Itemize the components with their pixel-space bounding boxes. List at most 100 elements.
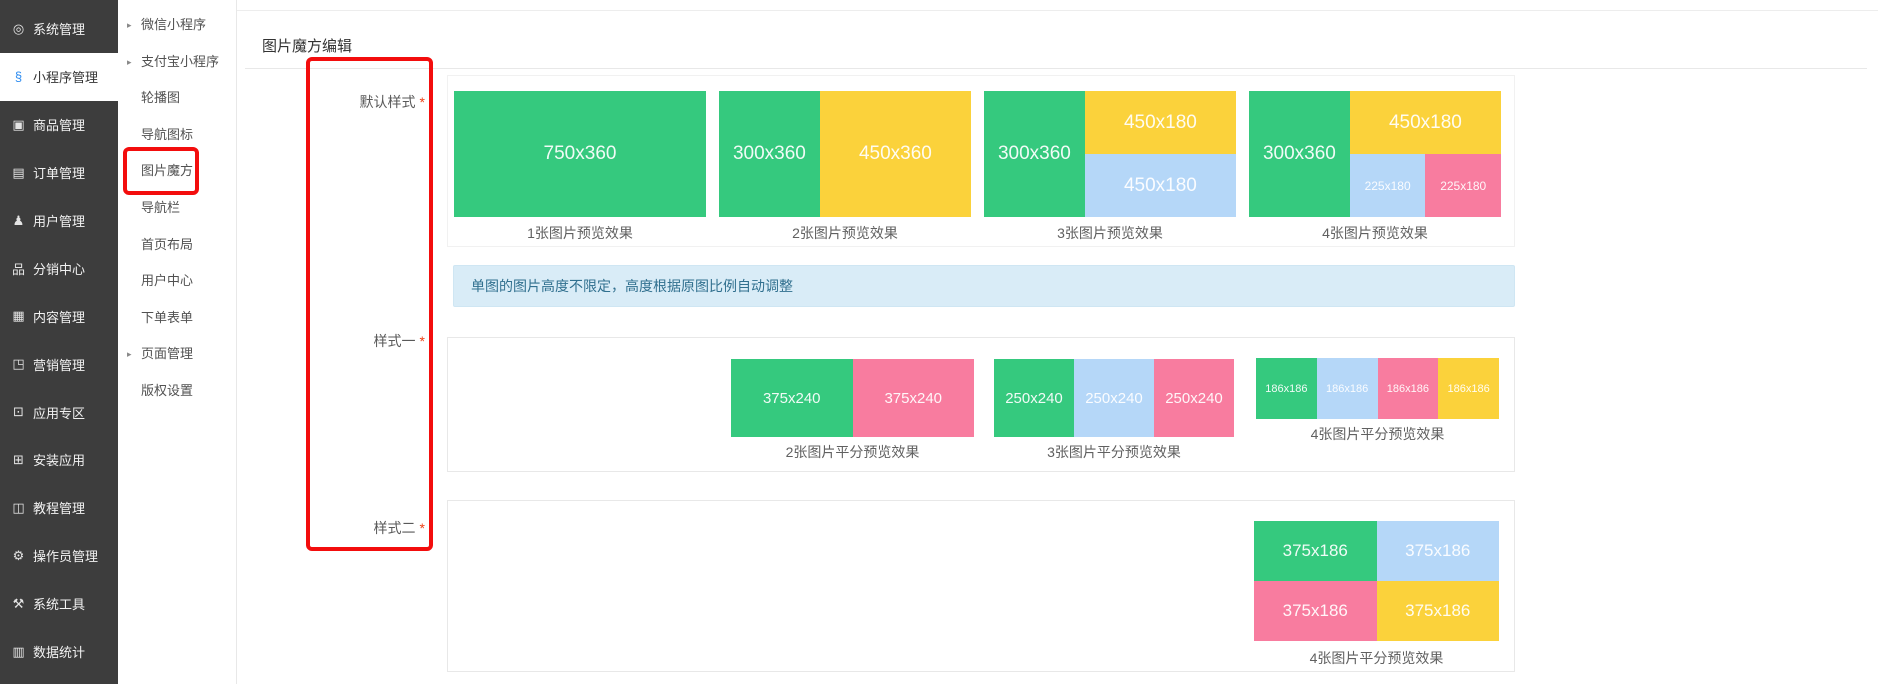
tutorial-book-icon: ◫ — [12, 499, 25, 515]
required-asterisk: * — [419, 94, 425, 110]
submenu-item[interactable]: 导航图标 — [118, 117, 236, 154]
sidebar-item-label: 用户管理 — [33, 214, 86, 229]
sidebar-item[interactable]: ⊡ 应用专区 — [0, 388, 118, 436]
sidebar-item[interactable]: ▤ 订单管理 — [0, 149, 118, 197]
preview-group[interactable]: 250x240 250x240 250x240 3张图片平分预览效果 — [994, 359, 1234, 462]
sidebar-item-label: 操作员管理 — [33, 549, 99, 565]
submenu-item-label: 微信小程序 — [141, 17, 207, 32]
submenu-item[interactable]: 版权设置 — [118, 373, 236, 410]
preview-group[interactable]: 300x360 450x180 225x180 225x180 4张图片预览效果 — [1249, 91, 1502, 241]
sidebar-item-label: 系统工具 — [33, 597, 86, 613]
submenu-item[interactable]: 轮播图 — [118, 80, 236, 117]
content-top-divider — [237, 10, 1878, 11]
preview-block-green: 300x360 — [984, 91, 1085, 217]
preview-caption: 3张图片平分预览效果 — [1047, 444, 1181, 460]
operator-gear-icon: ⚙ — [12, 547, 25, 563]
preview-block-blue: 375x186 — [1376, 521, 1499, 581]
submenu-item-label: 用户中心 — [141, 273, 194, 289]
submenu-item-label: 下单表单 — [141, 309, 194, 325]
order-list-icon: ▤ — [12, 164, 25, 180]
submenu-item[interactable]: ▸ 微信小程序 — [118, 7, 236, 44]
sidebar-item[interactable]: ⚒ 系统工具 — [0, 580, 118, 628]
submenu-item[interactable]: 图片魔方 — [118, 153, 236, 190]
preview-canvas: 186x186 186x186 186x186 186x186 — [1256, 358, 1499, 419]
install-grid-icon: ⊞ — [13, 451, 24, 467]
submenu-item[interactable]: 用户中心 — [118, 263, 236, 300]
submenu-item[interactable]: 下单表单 — [118, 300, 236, 337]
preview-canvas: 375x186 375x186 375x186 375x186 — [1254, 521, 1499, 641]
field-label-default-style: 默认样式 * — [237, 92, 425, 112]
preview-subrow: 225x180 225x180 — [1349, 154, 1502, 217]
preview-block-yellow: 186x186 — [1438, 358, 1499, 419]
sidebar-item[interactable]: ▦ 内容管理 — [0, 292, 118, 340]
preview-block-green: 186x186 — [1256, 358, 1317, 419]
submenu-item-label: 图片魔方 — [141, 163, 194, 179]
sidebar-item[interactable]: ◫ 教程管理 — [0, 484, 118, 532]
preview-block-green: 375x240 — [731, 359, 853, 437]
preview-caption: 2张图片平分预览效果 — [785, 444, 920, 460]
style-one-preview-panel: 375x240 375x240 2张图片平分预览效果 250x240 250x240 25… — [447, 337, 1515, 472]
sidebar-item-label: 商品管理 — [33, 118, 86, 134]
sidebar-item-label: 分销中心 — [33, 261, 86, 277]
distribution-sitemap-icon: 品 — [11, 261, 25, 277]
preview-block-blue: 250x240 — [1074, 359, 1154, 437]
sidebar-item[interactable]: ◳ 营销管理 — [0, 340, 118, 388]
preview-block-blue: 225x180 — [1349, 154, 1426, 217]
preview-caption: 1张图片预览效果 — [527, 225, 633, 241]
preview-caption: 4张图片平分预览效果 — [1310, 426, 1445, 442]
sidebar-item-label: 数据统计 — [33, 645, 86, 661]
submenu-item[interactable]: 首页布局 — [118, 227, 236, 264]
app-zone-icon: ⊡ — [13, 404, 24, 420]
sidebar-item[interactable]: ⊞ 安装应用 — [0, 436, 118, 484]
preview-block-green: 750x360 — [454, 91, 706, 217]
preview-group[interactable]: 375x240 375x240 2张图片平分预览效果 — [731, 359, 974, 462]
sidebar-item[interactable]: ♟ 用户管理 — [0, 197, 118, 245]
style-two-preview-panel: 375x186 375x186 375x186 375x186 4张图片平分预览效果 — [447, 500, 1515, 672]
preview-canvas: 250x240 250x240 250x240 — [994, 359, 1234, 437]
field-label-style-one: 样式一 * — [237, 331, 425, 351]
preview-group[interactable]: 375x186 375x186 375x186 375x186 4张图片平分预览效果 — [1254, 521, 1499, 668]
field-label-style-two: 样式二 * — [237, 518, 425, 538]
submenu-item-label: 导航图标 — [141, 126, 194, 142]
preview-caption: 2张图片预览效果 — [792, 225, 898, 241]
preview-block-pink: 375x240 — [852, 359, 974, 437]
app-root: ◎ 系统管理 § 小程序管理 ▣ 商品管理 ▤ 订单管理 ♟ 用户管理品分销中心 ▦ 内容管理 ◳ 营销管… — [0, 0, 1878, 684]
submenu-item[interactable]: 导航栏 — [118, 190, 236, 227]
system-tools-icon: ⚒ — [12, 595, 25, 611]
sidebar-item[interactable]: 品分销中心 — [0, 244, 118, 292]
submenu-item-label: 轮播图 — [141, 90, 181, 106]
preview-group[interactable]: 750x360 1张图片预览效果 — [454, 91, 706, 241]
sidebar-item[interactable]: ◎ 系统管理 — [0, 5, 118, 53]
preview-block-pink: 250x240 — [1154, 359, 1234, 437]
preview-block-yellow: 375x186 — [1376, 581, 1499, 641]
submenu-item-label: 导航栏 — [141, 199, 181, 215]
sidebar-item[interactable]: ⚙ 操作员管理 — [0, 532, 118, 580]
submenu-item[interactable]: ▸ 支付宝小程序 — [118, 44, 236, 81]
preview-subcolumn: 450x180 225x180 225x180 — [1349, 91, 1502, 217]
submenu-item-label: 版权设置 — [141, 382, 194, 398]
chevron-right-icon: ▸ — [127, 20, 132, 30]
chevron-right-icon: ▸ — [127, 349, 132, 360]
info-banner: 单图的图片高度不限定，高度根据原图比例自动调整 — [453, 265, 1515, 307]
preview-block-green: 300x360 — [1249, 91, 1350, 217]
submenu-item[interactable]: ▸ 页面管理 — [118, 336, 236, 373]
preview-group[interactable]: 186x186 186x186 186x186 186x186 4张图片平分预览效果 — [1256, 358, 1499, 444]
submenu-item-label: 首页布局 — [141, 236, 194, 252]
field-label-text: 样式二 — [373, 520, 416, 536]
preview-group[interactable]: 300x360 450x360 2张图片预览效果 — [719, 91, 971, 241]
default-style-preview-panel: 750x360 1张图片预览效果 300x360 450x360 2张图片预览效果 300… — [447, 75, 1515, 247]
goods-bag-icon: ▣ — [12, 116, 25, 132]
sidebar-item-label: 系统管理 — [33, 22, 86, 38]
chevron-right-icon: ▸ — [127, 56, 132, 67]
preview-caption: 4张图片预览效果 — [1322, 225, 1428, 241]
sidebar-item[interactable]: ▣ 商品管理 — [0, 101, 118, 149]
preview-caption: 4张图片平分预览效果 — [1309, 650, 1444, 666]
sidebar-item-label: 应用专区 — [33, 405, 86, 421]
sidebar-item[interactable]: § 小程序管理 — [0, 52, 118, 101]
marketing-icon: ◳ — [12, 356, 25, 372]
preview-block-yellow: 450x180 — [1084, 91, 1236, 154]
sidebar-item-label: 教程管理 — [33, 501, 86, 517]
preview-group[interactable]: 300x360 450x180 450x180 3张图片预览效果 — [984, 91, 1236, 241]
sidebar-item[interactable]: ▥ 数据统计 — [0, 628, 118, 676]
title-divider — [245, 68, 1867, 69]
